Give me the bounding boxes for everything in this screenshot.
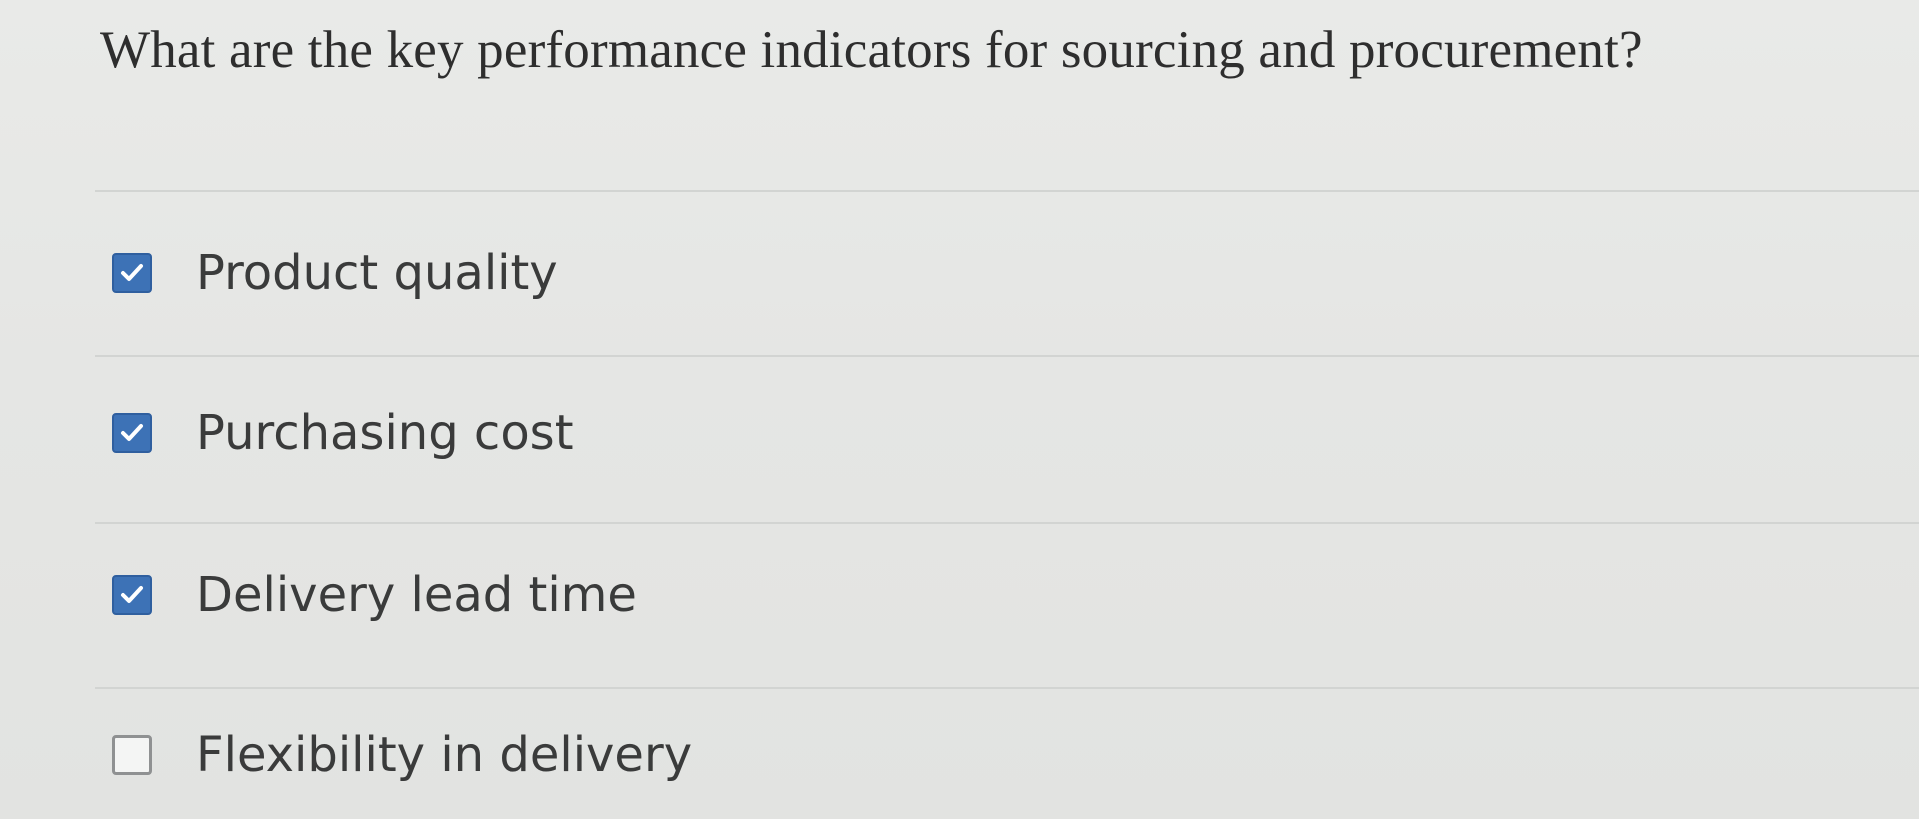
divider bbox=[95, 687, 1919, 689]
divider bbox=[95, 355, 1919, 357]
checkbox-checked[interactable] bbox=[112, 413, 152, 453]
divider bbox=[95, 522, 1919, 524]
option-flexibility-in-delivery[interactable]: Flexibility in delivery bbox=[112, 725, 692, 785]
option-label: Product quality bbox=[196, 245, 558, 301]
option-label: Delivery lead time bbox=[196, 567, 637, 623]
option-delivery-lead-time[interactable]: Delivery lead time bbox=[112, 565, 637, 625]
option-label: Flexibility in delivery bbox=[196, 727, 693, 783]
divider bbox=[95, 190, 1919, 192]
checkbox-checked[interactable] bbox=[112, 253, 152, 293]
checkmark-icon bbox=[121, 264, 143, 281]
checkmark-icon bbox=[121, 586, 143, 603]
question-panel: What are the key performance indicators … bbox=[0, 0, 1919, 819]
option-label: Purchasing cost bbox=[196, 405, 574, 461]
option-product-quality[interactable]: Product quality bbox=[112, 243, 558, 303]
checkmark-icon bbox=[121, 424, 143, 441]
option-purchasing-cost[interactable]: Purchasing cost bbox=[112, 403, 574, 463]
checkbox-checked[interactable] bbox=[112, 575, 152, 615]
question-text: What are the key performance indicators … bbox=[100, 21, 1643, 79]
checkbox-unchecked[interactable] bbox=[112, 735, 152, 775]
